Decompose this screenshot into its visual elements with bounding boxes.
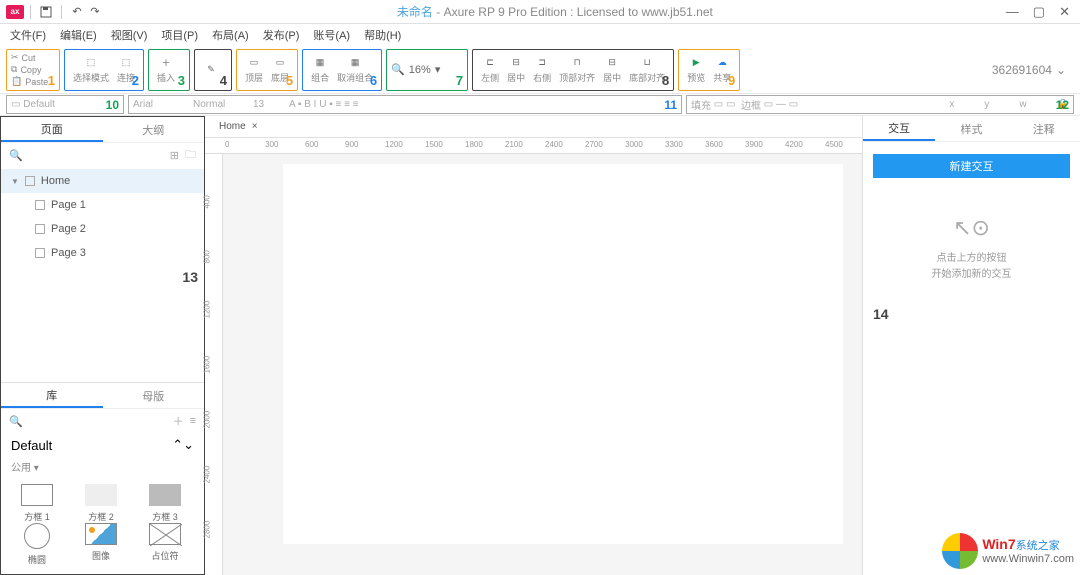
maximize-icon[interactable]: ▢	[1033, 4, 1045, 20]
titlebar: ax ↶ ↷ 未命名 - Axure RP 9 Pro Edition : Li…	[0, 0, 1080, 24]
bring-front-button[interactable]: ▭顶层	[241, 56, 267, 84]
chevron-down-icon[interactable]: ▾	[435, 63, 441, 76]
tab-pages[interactable]: 页面	[1, 117, 103, 142]
widget-image[interactable]: 图像	[69, 523, 133, 566]
weight-select[interactable]	[193, 99, 253, 110]
align-center-button[interactable]: ⊟居中	[503, 56, 529, 84]
window-title: 未命名 - Axure RP 9 Pro Edition : Licensed …	[104, 3, 1006, 20]
new-interaction-button[interactable]: 新建交互	[873, 154, 1070, 178]
style-icon: ▭	[11, 99, 20, 110]
tab-notes[interactable]: 注释	[1008, 116, 1080, 141]
preview-button[interactable]: ▶预览	[683, 56, 709, 84]
search-icon[interactable]: 🔍	[9, 415, 23, 428]
pb-text: A ▪ B I U ▪ ≡ ≡ ≡ 11	[128, 95, 682, 114]
zoom-value[interactable]: 16%	[409, 64, 431, 76]
align-middle-button[interactable]: ⊟居中	[599, 56, 625, 84]
widget-placeholder[interactable]: 占位符	[133, 523, 197, 566]
select-mode-button[interactable]: ⬚选择模式	[69, 56, 113, 84]
canvas[interactable]	[223, 154, 862, 575]
size-input[interactable]	[253, 99, 283, 110]
tb-layer: ▭顶层 ▭底层 5	[236, 49, 298, 91]
menu-publish[interactable]: 发布(P)	[263, 27, 300, 43]
cursor-icon: ↖⊙	[863, 210, 1080, 245]
ruler-vertical: 400 800 1200 1600 2000 2400 2800	[205, 154, 223, 575]
undo-icon[interactable]: ↶	[68, 3, 86, 21]
menu-file[interactable]: 文件(F)	[10, 27, 46, 43]
canvas-area: Home× 0 300 600 900 1200 1500 1800 2100 …	[205, 116, 862, 575]
cut-button[interactable]: ✂ Cut	[11, 52, 48, 64]
tb-group-ops: ▦组合 ▦取消组合 6	[302, 49, 382, 91]
tree-page2[interactable]: Page 2	[1, 217, 204, 241]
page-tree: ▼Home Page 1 Page 2 Page 3	[1, 167, 204, 267]
canvas-tab-home[interactable]: Home×	[209, 119, 268, 134]
add-folder-icon[interactable]: 🗀	[185, 146, 196, 165]
right-panel: 14 交互 样式 注释 新建交互 ↖⊙ 点击上方的按钮 开始添加新的交互	[862, 116, 1080, 575]
border-label: 边框	[741, 97, 761, 112]
widget-box3[interactable]: 方框 3	[133, 484, 197, 523]
minimize-icon[interactable]: —	[1006, 4, 1019, 19]
widget-box2[interactable]: 方框 2	[69, 484, 133, 523]
tb-clipboard: ✂ Cut ⧉ Copy 📋 Paste 1	[6, 49, 60, 91]
fill-label: 填充	[691, 97, 711, 112]
tab-outline[interactable]: 大纲	[103, 117, 205, 142]
widget-ellipse[interactable]: 椭圆	[5, 523, 69, 566]
redo-icon[interactable]: ↷	[86, 3, 104, 21]
chevron-icon[interactable]: ⌃⌄	[172, 437, 194, 453]
main-toolbar: ✂ Cut ⧉ Copy 📋 Paste 1 ⬚选择模式 ⬚连接 2 ＋插入 3…	[0, 46, 1080, 94]
tab-interactions[interactable]: 交互	[863, 116, 935, 141]
tab-style[interactable]: 样式	[935, 116, 1007, 141]
menu-edit[interactable]: 编辑(E)	[60, 27, 97, 43]
empty-hint: ↖⊙ 点击上方的按钮 开始添加新的交互	[863, 210, 1080, 283]
pb-fill-pos: 填充 ▭ ▭ 边框 ▭ — ▭ xyw 🔒 12	[686, 95, 1074, 114]
add-icon[interactable]: ＋	[173, 413, 184, 429]
menu-account[interactable]: 账号(A)	[313, 27, 350, 43]
menu-view[interactable]: 视图(V)	[111, 27, 148, 43]
watermark: Win7系统之家 www.Winwin7.com	[942, 533, 1074, 569]
tb-point: ✎ 4	[194, 49, 232, 91]
app-logo: ax	[6, 5, 24, 19]
save-icon[interactable]	[37, 3, 55, 21]
tree-page3[interactable]: Page 3	[1, 241, 204, 265]
pb-style: ▭ 10	[6, 95, 124, 114]
search-icon: 🔍	[391, 63, 405, 76]
close-icon[interactable]: ✕	[1059, 4, 1070, 20]
group-button[interactable]: ▦组合	[307, 56, 333, 84]
lib-name[interactable]: Default	[11, 438, 52, 453]
tb-select: ⬚选择模式 ⬚连接 2	[64, 49, 144, 91]
ruler-horizontal: 0 300 600 900 1200 1500 1800 2100 2400 2…	[205, 138, 862, 154]
style-select[interactable]	[23, 99, 73, 110]
property-bar: ▭ 10 A ▪ B I U ▪ ≡ ≡ ≡ 11 填充 ▭ ▭ 边框 ▭ — …	[0, 94, 1080, 116]
widget-box1[interactable]: 方框 1	[5, 484, 69, 523]
account-id[interactable]: 362691604 ⌄	[992, 63, 1074, 77]
menubar: 文件(F) 编辑(E) 视图(V) 项目(P) 布局(A) 发布(P) 账号(A…	[0, 24, 1080, 46]
search-icon[interactable]: 🔍	[9, 149, 23, 162]
left-panel: 13 页面 大纲 🔍 ⊞ 🗀 ▼Home Page 1 Page 2 Page …	[0, 116, 205, 575]
paste-button[interactable]: 📋 Paste	[11, 76, 48, 88]
tb-insert: ＋插入 3	[148, 49, 190, 91]
tab-library[interactable]: 库	[1, 383, 103, 408]
insert-button[interactable]: ＋插入	[153, 56, 179, 84]
lib-category[interactable]: 公用 ▾	[1, 457, 204, 476]
page-artboard[interactable]	[283, 164, 843, 544]
menu-help[interactable]: 帮助(H)	[364, 27, 401, 43]
font-select[interactable]	[133, 99, 193, 110]
copy-button[interactable]: ⧉ Copy	[11, 64, 48, 76]
main-area: 13 页面 大纲 🔍 ⊞ 🗀 ▼Home Page 1 Page 2 Page …	[0, 116, 1080, 575]
watermark-logo-icon	[942, 533, 978, 569]
tb-zoom: 🔍 16% ▾ 7	[386, 49, 468, 91]
menu-icon[interactable]: ≡	[190, 415, 196, 427]
menu-project[interactable]: 项目(P)	[161, 27, 198, 43]
align-top-button[interactable]: ⊓顶部对齐	[555, 56, 599, 84]
align-left-button[interactable]: ⊏左侧	[477, 56, 503, 84]
tree-home[interactable]: ▼Home	[1, 169, 204, 193]
menu-layout[interactable]: 布局(A)	[212, 27, 249, 43]
close-tab-icon[interactable]: ×	[252, 121, 258, 132]
tb-align: ⊏左侧 ⊟居中 ⊐右侧 ⊓顶部对齐 ⊟居中 ⊔底部对齐 8	[472, 49, 674, 91]
tree-page1[interactable]: Page 1	[1, 193, 204, 217]
tab-master[interactable]: 母版	[103, 383, 205, 408]
tb-publish: ▶预览 ☁共享 9	[678, 49, 740, 91]
add-page-icon[interactable]: ⊞	[170, 149, 179, 162]
chevron-down-icon: ⌄	[1056, 63, 1066, 77]
align-right-button[interactable]: ⊐右侧	[529, 56, 555, 84]
